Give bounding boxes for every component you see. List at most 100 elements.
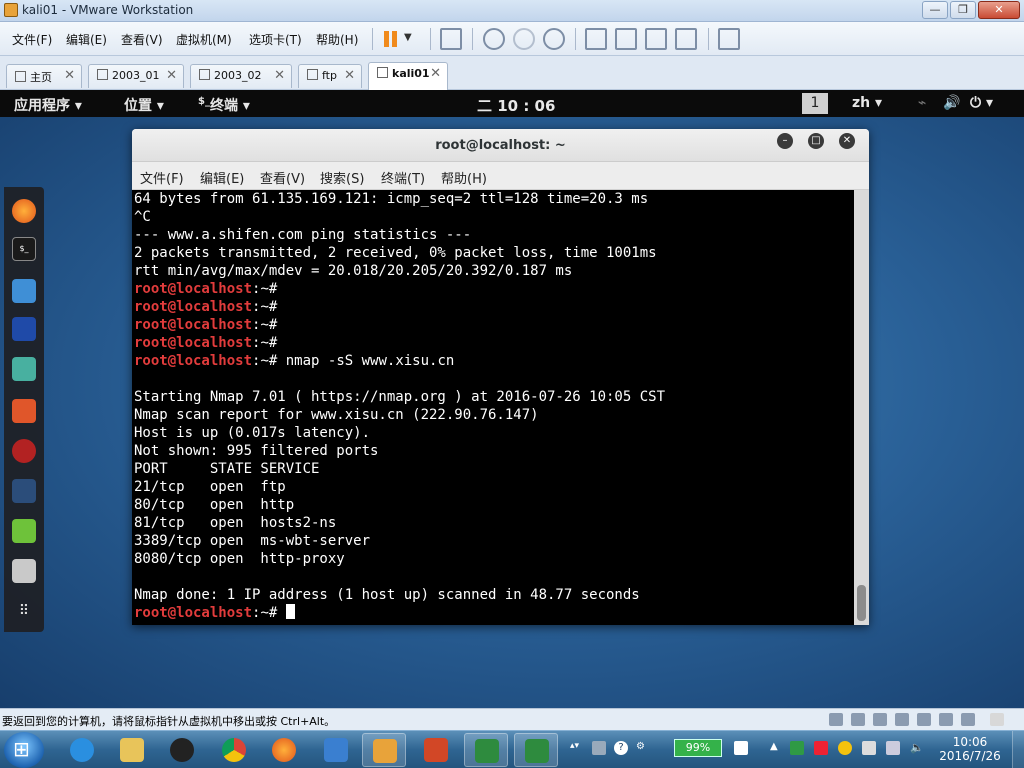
terminal-output[interactable]: 64 bytes from 61.135.169.121: icmp_seq=2… <box>132 190 854 625</box>
close-icon[interactable]: ✕ <box>166 68 177 83</box>
start-button[interactable] <box>4 732 44 768</box>
armitage-icon[interactable] <box>12 357 36 381</box>
qq-taskbar-button[interactable] <box>160 733 204 767</box>
terminal-window: root@localhost: ~ – □ ✕ 文件(F) 编辑(E) 查看(V… <box>132 129 869 625</box>
show-apps-icon[interactable]: ⠿ <box>12 599 36 623</box>
powerpoint-taskbar-button[interactable] <box>414 733 458 767</box>
cdrom-icon[interactable] <box>851 713 865 726</box>
hdd-icon[interactable] <box>829 713 843 726</box>
mute-icon[interactable] <box>862 741 876 755</box>
terminal-menu-help[interactable]: 帮助(H) <box>441 168 487 187</box>
taskbar-scroll-icon[interactable]: ▴▾ <box>570 741 584 755</box>
panel-clock[interactable]: 二 10 : 06 <box>477 95 555 116</box>
unity-icon[interactable] <box>675 28 697 50</box>
maltego-icon[interactable] <box>12 479 36 503</box>
power-plug-icon[interactable] <box>734 741 748 755</box>
applications-menu[interactable]: 应用程序 ▾ <box>14 95 82 115</box>
tray-clock[interactable]: 10:06 2016/7/26 <box>935 735 1005 763</box>
tab-kali01[interactable]: kali01 ✕ <box>368 62 448 90</box>
terminal-menu-view[interactable]: 查看(V) <box>260 168 305 187</box>
terminal-minimize-button[interactable]: – <box>777 133 793 149</box>
network-icon[interactable]: ⌁ <box>918 95 926 111</box>
console-view-icon[interactable] <box>718 28 740 50</box>
input-language[interactable]: zh ▾ <box>852 95 882 111</box>
ime-settings-icon[interactable]: ⚙ <box>636 741 650 755</box>
menu-tabs[interactable]: 选项卡(T) <box>249 31 302 48</box>
help-icon[interactable]: ? <box>614 741 628 755</box>
minimize-button[interactable]: — <box>922 1 948 19</box>
menu-help[interactable]: 帮助(H) <box>316 31 358 48</box>
send-ctrl-alt-del-icon[interactable] <box>440 28 462 50</box>
terminal-glyph: $_ <box>198 96 210 107</box>
usb-icon[interactable] <box>939 713 953 726</box>
antivirus-icon[interactable] <box>814 741 828 755</box>
menu-file[interactable]: 文件(F) <box>12 31 52 48</box>
screenshot-icon[interactable] <box>12 559 36 583</box>
places-menu[interactable]: 位置 ▾ <box>124 95 164 115</box>
fullscreen-icon[interactable] <box>645 28 667 50</box>
camtasia-taskbar-button[interactable] <box>464 733 508 767</box>
terminal-scrollbar[interactable] <box>854 190 869 625</box>
keyboard-icon[interactable] <box>592 741 606 755</box>
printer-icon[interactable] <box>895 713 909 726</box>
terminal-app-menu[interactable]: $_终端 ▾ <box>198 95 250 115</box>
close-icon[interactable]: ✕ <box>64 68 75 83</box>
power-icon[interactable]: ⏻ ▾ <box>970 95 993 111</box>
battery-indicator[interactable]: 99% <box>674 739 722 757</box>
menu-edit[interactable]: 编辑(E) <box>66 31 107 48</box>
network-adapter-icon[interactable] <box>873 713 887 726</box>
security-shield-icon[interactable] <box>790 741 804 755</box>
kali-top-panel: 应用程序 ▾ 位置 ▾ $_终端 ▾ 二 10 : 06 1 zh ▾ ⌁ 🔊 … <box>0 90 1024 117</box>
vmware-taskbar-button[interactable] <box>362 733 406 767</box>
tab-ftp[interactable]: ftp ✕ <box>298 64 362 88</box>
network-tray-icon[interactable] <box>886 741 900 755</box>
leafpad-icon[interactable] <box>12 519 36 543</box>
show-desktop-button[interactable] <box>1012 731 1024 768</box>
camtasia-recorder-taskbar-button[interactable] <box>514 733 558 767</box>
firefox-icon[interactable] <box>12 199 36 223</box>
sound-icon[interactable] <box>917 713 931 726</box>
message-log-icon[interactable] <box>990 713 1004 726</box>
snapshot-icon[interactable] <box>483 28 505 50</box>
burpsuite-icon[interactable] <box>12 399 36 423</box>
metasploit-icon[interactable] <box>12 317 36 341</box>
quick-switch-icon[interactable] <box>615 28 637 50</box>
faraday-icon[interactable] <box>12 439 36 463</box>
display-icon[interactable] <box>961 713 975 726</box>
terminal-icon[interactable]: $_ <box>12 237 36 261</box>
tab-home[interactable]: 主页 ✕ <box>6 64 82 88</box>
show-library-icon[interactable] <box>585 28 607 50</box>
show-hidden-icons[interactable]: ▲ <box>770 741 784 755</box>
snapshot-manager-icon[interactable] <box>543 28 565 50</box>
speaker-icon[interactable]: 🔈 <box>910 741 924 755</box>
close-button[interactable]: ✕ <box>978 1 1020 19</box>
terminal-menu-terminal[interactable]: 终端(T) <box>381 168 425 187</box>
close-icon[interactable]: ✕ <box>430 66 441 81</box>
terminal-maximize-button[interactable]: □ <box>808 133 824 149</box>
scrollbar-thumb[interactable] <box>857 585 866 621</box>
terminal-menu-edit[interactable]: 编辑(E) <box>200 168 244 187</box>
close-icon[interactable]: ✕ <box>274 68 285 83</box>
terminal-menu-search[interactable]: 搜索(S) <box>320 168 364 187</box>
tray-time: 10:06 <box>952 735 988 749</box>
volume-icon[interactable]: 🔊 <box>943 95 960 111</box>
terminal-close-button[interactable]: ✕ <box>839 133 855 149</box>
close-icon[interactable]: ✕ <box>344 68 355 83</box>
files-icon[interactable] <box>12 279 36 303</box>
workspace-indicator[interactable]: 1 <box>802 93 828 114</box>
tab-2003-02[interactable]: 2003_02 ✕ <box>190 64 292 88</box>
maximize-button[interactable]: ❐ <box>950 1 976 19</box>
explorer-taskbar-button[interactable] <box>110 733 154 767</box>
plus-icon[interactable] <box>838 741 852 755</box>
pause-icon[interactable] <box>380 28 402 50</box>
network-app-taskbar-button[interactable] <box>314 733 358 767</box>
firefox-taskbar-button[interactable] <box>262 733 306 767</box>
chevron-down-icon[interactable]: ▼ <box>404 28 426 50</box>
menu-view[interactable]: 查看(V) <box>121 31 163 48</box>
tab-2003-01[interactable]: 2003_01 ✕ <box>88 64 184 88</box>
ie-taskbar-button[interactable] <box>60 733 104 767</box>
revert-snapshot-icon[interactable] <box>513 28 535 50</box>
chrome-taskbar-button[interactable] <box>212 733 256 767</box>
menu-vm[interactable]: 虚拟机(M) <box>176 31 232 48</box>
terminal-menu-file[interactable]: 文件(F) <box>140 168 184 187</box>
